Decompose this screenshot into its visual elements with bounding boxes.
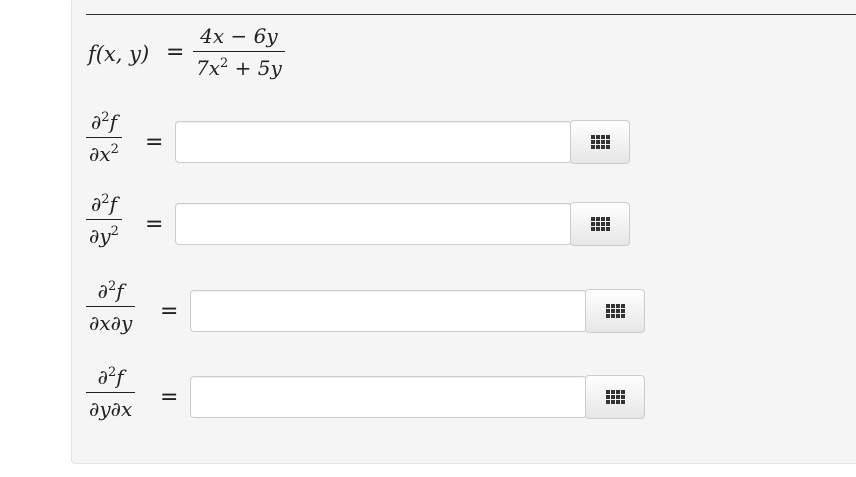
equals-sign: = — [145, 212, 164, 237]
answer-input-fyx[interactable] — [190, 376, 587, 418]
grid-icon — [605, 303, 625, 319]
function-denominator: 7x2 + 5y — [196, 56, 282, 80]
keypad-button-fxx[interactable] — [570, 120, 630, 164]
derivative-label-yx: ∂2f ∂y∂x — [86, 365, 136, 421]
keypad-button-fyy[interactable] — [570, 202, 630, 246]
grid-icon — [590, 134, 610, 150]
fraction-bar — [193, 51, 285, 52]
equals-sign: = — [145, 130, 164, 155]
answer-input-fxx[interactable] — [175, 121, 572, 163]
grid-icon — [605, 389, 625, 405]
keypad-button-fyx[interactable] — [585, 375, 645, 419]
answer-input-fxy[interactable] — [190, 290, 587, 332]
divider-line — [86, 14, 856, 15]
grid-icon — [590, 216, 610, 232]
equals-sign: = — [160, 299, 179, 324]
derivative-label-xy: ∂2f ∂x∂y — [86, 279, 136, 335]
keypad-button-fxy[interactable] — [585, 289, 645, 333]
function-numerator: 4x − 6y — [200, 24, 278, 48]
derivative-label-xx: ∂2f ∂x2 — [86, 110, 122, 166]
derivative-label-yy: ∂2f ∂y2 — [86, 192, 122, 248]
function-lhs: f(x, y) — [88, 42, 150, 66]
equals-sign: = — [160, 385, 179, 410]
function-fraction: 4x − 6y 7x2 + 5y — [193, 24, 285, 80]
answer-input-fyy[interactable] — [175, 203, 572, 245]
function-equals: = — [166, 40, 185, 65]
